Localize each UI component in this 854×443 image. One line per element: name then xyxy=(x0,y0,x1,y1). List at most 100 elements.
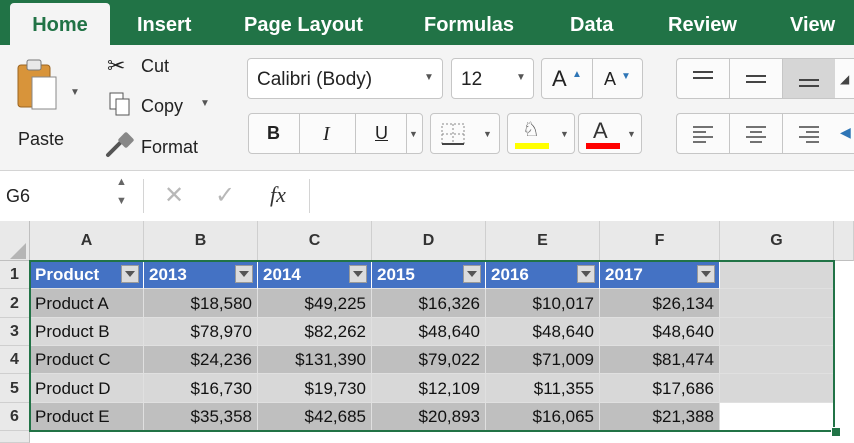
table-cell[interactable]: $20,893 xyxy=(372,403,486,431)
table-header-2013[interactable]: 2013 xyxy=(144,261,258,289)
filter-dropdown-icon[interactable] xyxy=(121,265,139,283)
align-top-button[interactable] xyxy=(677,59,730,98)
row-header-3[interactable]: 3 xyxy=(0,318,30,346)
align-bottom-button[interactable] xyxy=(783,59,835,98)
table-cell[interactable]: $82,262 xyxy=(258,318,372,346)
font-size-dropdown[interactable]: 12 ▼ xyxy=(451,58,534,99)
table-cell[interactable]: $79,022 xyxy=(372,346,486,374)
insert-function-button[interactable]: fx xyxy=(270,182,286,208)
tab-page-layout[interactable]: Page Layout xyxy=(244,0,363,45)
bold-button[interactable]: B xyxy=(249,114,300,153)
cancel-icon[interactable]: ✕ xyxy=(164,181,184,210)
table-cell[interactable]: $48,640 xyxy=(372,318,486,346)
enter-icon[interactable]: ✓ xyxy=(215,181,235,210)
table-cell[interactable]: $81,474 xyxy=(600,346,720,374)
table-cell[interactable]: $16,326 xyxy=(372,289,486,318)
align-left-button[interactable] xyxy=(677,114,730,153)
table-cell[interactable]: $35,358 xyxy=(144,403,258,431)
filter-dropdown-icon[interactable] xyxy=(577,265,595,283)
filter-dropdown-icon[interactable] xyxy=(697,265,715,283)
paste-dropdown-icon[interactable]: ▼ xyxy=(70,87,80,98)
copy-dropdown-icon[interactable]: ▼ xyxy=(200,98,210,109)
table-cell[interactable]: $49,225 xyxy=(258,289,372,318)
borders-button[interactable]: ▼ xyxy=(430,113,500,154)
table-header-2014[interactable]: 2014 xyxy=(258,261,372,289)
name-box-down-icon[interactable]: ▼ xyxy=(116,195,127,207)
font-color-button[interactable]: A ▼ xyxy=(578,113,642,154)
copy-icon[interactable] xyxy=(108,91,134,119)
tab-review[interactable]: Review xyxy=(668,0,737,45)
tab-data[interactable]: Data xyxy=(570,0,613,45)
table-cell[interactable]: $24,236 xyxy=(144,346,258,374)
copy-button[interactable]: Copy xyxy=(141,96,183,117)
select-all-corner[interactable] xyxy=(0,221,30,261)
table-cell[interactable]: $26,134 xyxy=(600,289,720,318)
table-cell[interactable]: $78,970 xyxy=(144,318,258,346)
table-cell[interactable]: $21,388 xyxy=(600,403,720,431)
table-cell[interactable]: $131,390 xyxy=(258,346,372,374)
cell-g5[interactable] xyxy=(720,374,834,403)
filter-dropdown-icon[interactable] xyxy=(349,265,367,283)
table-cell[interactable]: Product C xyxy=(30,346,144,374)
table-cell[interactable]: Product D xyxy=(30,374,144,403)
tab-insert[interactable]: Insert xyxy=(137,0,191,45)
table-header-2017[interactable]: 2017 xyxy=(600,261,720,289)
table-cell[interactable]: $48,640 xyxy=(486,318,600,346)
align-middle-button[interactable] xyxy=(730,59,783,98)
orientation-icon[interactable]: ◢ xyxy=(840,72,849,86)
table-cell[interactable]: $18,580 xyxy=(144,289,258,318)
italic-button[interactable]: I xyxy=(300,114,356,153)
table-header-2015[interactable]: 2015 xyxy=(372,261,486,289)
row-header-4[interactable]: 4 xyxy=(0,346,30,374)
row-header-7[interactable] xyxy=(0,431,30,443)
table-cell[interactable]: $48,640 xyxy=(600,318,720,346)
table-cell[interactable]: $10,017 xyxy=(486,289,600,318)
increase-font-size-button[interactable]: A ▲ xyxy=(542,59,593,98)
table-cell[interactable]: $12,109 xyxy=(372,374,486,403)
table-cell[interactable]: $11,355 xyxy=(486,374,600,403)
scissors-icon[interactable]: ✂ xyxy=(107,53,125,79)
column-header-a[interactable]: A xyxy=(30,221,144,261)
fill-color-button[interactable]: ♘ ▼ xyxy=(507,113,575,154)
cut-button[interactable]: Cut xyxy=(141,56,169,77)
cell-g6-active[interactable] xyxy=(720,403,834,431)
name-box[interactable]: G6 xyxy=(6,186,30,207)
fill-handle[interactable] xyxy=(831,427,841,437)
column-header-f[interactable]: F xyxy=(600,221,720,261)
format-painter-icon[interactable] xyxy=(104,131,136,159)
table-cell[interactable]: Product B xyxy=(30,318,144,346)
name-box-up-icon[interactable]: ▲ xyxy=(116,176,127,188)
format-painter-button[interactable]: Format xyxy=(141,137,198,158)
underline-dropdown-icon[interactable]: ▼ xyxy=(409,129,418,139)
column-header-h[interactable] xyxy=(834,221,854,261)
table-cell[interactable]: $71,009 xyxy=(486,346,600,374)
table-cell[interactable]: Product A xyxy=(30,289,144,318)
decrease-font-size-button[interactable]: A ▼ xyxy=(593,59,643,98)
column-header-d[interactable]: D xyxy=(372,221,486,261)
table-cell[interactable]: $17,686 xyxy=(600,374,720,403)
underline-button[interactable]: U xyxy=(356,114,407,153)
table-cell[interactable]: $19,730 xyxy=(258,374,372,403)
row-header-6[interactable]: 6 xyxy=(0,403,30,431)
row-header-1[interactable]: 1 xyxy=(0,261,30,289)
column-header-e[interactable]: E xyxy=(486,221,600,261)
table-header-2016[interactable]: 2016 xyxy=(486,261,600,289)
paste-button[interactable]: ▼ Paste xyxy=(8,53,98,163)
indent-icon[interactable]: ◀ xyxy=(840,124,851,141)
font-name-dropdown[interactable]: Calibri (Body) ▼ xyxy=(247,58,443,99)
table-cell[interactable]: $16,730 xyxy=(144,374,258,403)
row-header-5[interactable]: 5 xyxy=(0,374,30,403)
table-header-product[interactable]: Product xyxy=(30,261,144,289)
tab-formulas[interactable]: Formulas xyxy=(424,0,514,45)
tab-view[interactable]: View xyxy=(790,0,835,45)
column-header-c[interactable]: C xyxy=(258,221,372,261)
column-header-b[interactable]: B xyxy=(144,221,258,261)
cell-g1[interactable] xyxy=(720,261,834,289)
filter-dropdown-icon[interactable] xyxy=(235,265,253,283)
tab-home[interactable]: Home xyxy=(10,3,110,45)
table-cell[interactable]: $16,065 xyxy=(486,403,600,431)
cell-g3[interactable] xyxy=(720,318,834,346)
cell-g2[interactable] xyxy=(720,289,834,318)
table-cell[interactable]: $42,685 xyxy=(258,403,372,431)
row-header-2[interactable]: 2 xyxy=(0,289,30,318)
